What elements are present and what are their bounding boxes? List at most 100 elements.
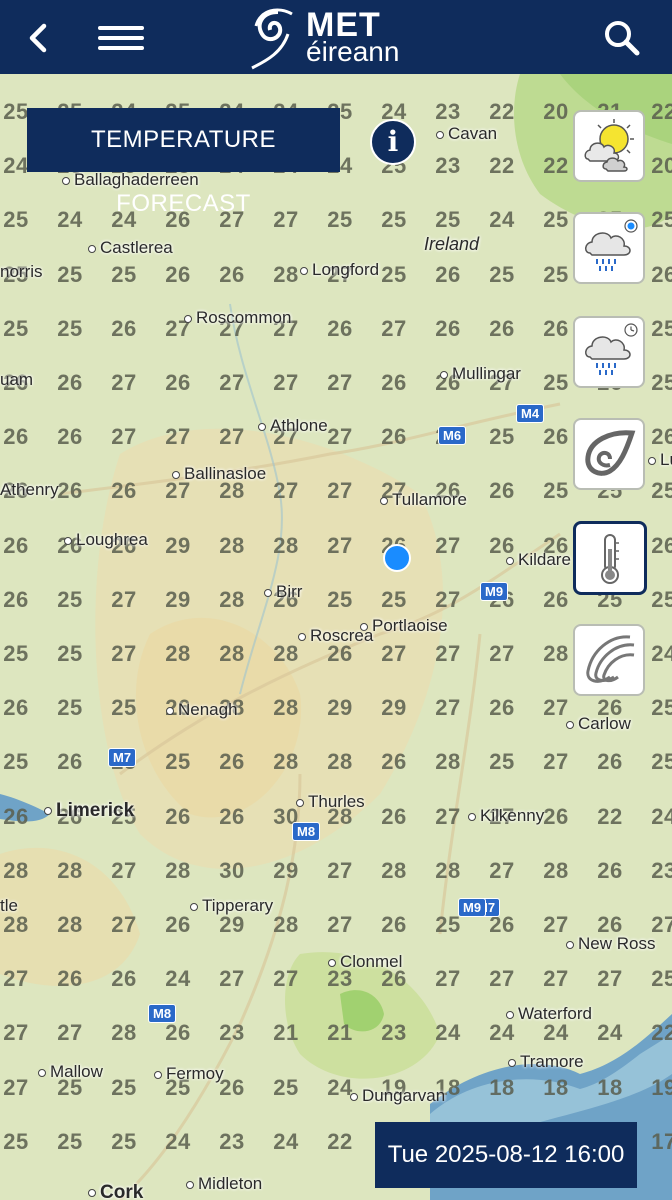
place-label: Limerick <box>44 800 134 822</box>
temperature-value: 28 <box>543 857 569 883</box>
layer-rainfall-radar-button[interactable] <box>573 212 645 284</box>
temperature-value: 24 <box>651 641 672 666</box>
temperature-map[interactable]: 25 25 24 25 24 24 25 24 23 22 20 21 22 24 25 25 25 24 24 24… <box>0 74 672 1200</box>
temperature-value: 28 <box>435 749 461 775</box>
place-label: Longford <box>300 260 379 280</box>
met-eireann-logo: MET éireann <box>248 4 428 70</box>
temperature-value: 28 <box>381 857 407 883</box>
place-label: Roscommon <box>184 308 291 328</box>
temperature-value: 25 <box>651 370 672 395</box>
hamburger-icon-bar <box>98 36 144 40</box>
place-label: New Ross <box>566 934 655 954</box>
temperature-value: 25 <box>57 695 83 721</box>
temperature-value: 27 <box>543 695 569 721</box>
temperature-value: 27 <box>543 912 569 937</box>
temperature-value: 27 <box>381 315 407 341</box>
temperature-value: 28 <box>273 912 299 937</box>
back-button[interactable] <box>18 18 58 58</box>
place-name: Tipperary <box>202 896 274 915</box>
layer-temperature-button[interactable] <box>573 521 647 595</box>
temperature-value: 24 <box>165 966 191 992</box>
temperature-value: 27 <box>381 641 407 666</box>
current-location-marker[interactable] <box>383 544 411 572</box>
layer-wind-button[interactable] <box>573 418 645 490</box>
temperature-value: 28 <box>273 749 299 775</box>
place-label: Midleton <box>186 1174 262 1194</box>
temperature-value: 24 <box>489 1020 515 1046</box>
layer-weather-button[interactable] <box>573 110 645 182</box>
town-dot <box>508 1058 516 1067</box>
search-icon <box>605 21 640 56</box>
temperature-value: 26 <box>3 424 29 450</box>
place-label: Ballinasloe <box>172 464 266 484</box>
temperature-value: 25 <box>57 641 83 666</box>
temperature-value: 26 <box>3 532 29 558</box>
temperature-value: 18 <box>543 1074 569 1100</box>
place-name: Tullamore <box>392 490 467 509</box>
place-name: Castlerea <box>100 238 173 257</box>
temperature-value: 27 <box>111 370 137 395</box>
temperature-value: 25 <box>543 478 569 504</box>
temperature-value: 24 <box>597 1020 623 1046</box>
temperature-value: 27 <box>597 966 623 992</box>
temperature-value: 28 <box>57 912 83 937</box>
town-dot <box>436 130 444 139</box>
temperature-value: 25 <box>381 207 407 233</box>
temperature-value: 27 <box>111 424 137 450</box>
place-label: Birr <box>264 582 302 602</box>
town-dot <box>440 370 448 379</box>
temperature-value: 22 <box>489 153 515 179</box>
place-label: Cork <box>88 1182 143 1200</box>
temperature-value: 26 <box>165 912 191 937</box>
road-shield: M8 <box>148 1004 177 1023</box>
temperature-value: 26 <box>111 966 137 992</box>
temperature-value: 27 <box>111 857 137 883</box>
temperature-value: 25 <box>165 749 191 775</box>
town-dot <box>648 456 656 465</box>
place-label: Mallow <box>38 1062 103 1082</box>
temperature-value: 24 <box>273 1128 299 1154</box>
temperature-value: 26 <box>219 803 245 829</box>
sun-cloud-icon <box>584 119 634 172</box>
search-button[interactable] <box>600 16 644 60</box>
road-shield: M6 <box>438 426 467 445</box>
temperature-value: 22 <box>651 99 672 124</box>
temperature-value: 26 <box>489 315 515 341</box>
place-name: Nenagh <box>178 700 238 719</box>
place-name: Clonmel <box>340 952 403 971</box>
road-shield: M9 <box>458 898 487 917</box>
temperature-value: 26 <box>165 370 191 395</box>
temperature-value: 29 <box>165 586 191 612</box>
place-label: Clonmel <box>328 952 402 972</box>
temperature-value: 25 <box>489 261 515 287</box>
temperature-value: 27 <box>111 641 137 666</box>
place-name: uam <box>0 370 34 389</box>
info-button[interactable]: i <box>370 119 416 165</box>
place-name: Fermoy <box>166 1064 224 1083</box>
place-label: Ireland <box>424 234 479 255</box>
town-dot <box>300 266 308 275</box>
place-name: Lu <box>660 450 672 469</box>
menu-button[interactable] <box>98 20 144 56</box>
temperature-value: 28 <box>327 749 353 775</box>
temperature-value: 25 <box>381 586 407 612</box>
place-label: Lu <box>648 450 672 470</box>
temperature-value: 27 <box>435 966 461 992</box>
temperature-value: 27 <box>3 1074 29 1100</box>
town-dot <box>88 244 96 253</box>
place-label: Loughrea <box>64 530 148 550</box>
temperature-value: 25 <box>543 370 569 395</box>
layer-rainfall-forecast-button[interactable] <box>573 316 645 388</box>
temperature-value: 19 <box>651 1074 672 1100</box>
temperature-value: 25 <box>3 641 29 666</box>
temperature-value: 23 <box>435 153 461 179</box>
place-label: uam <box>0 370 33 390</box>
layer-pressure-button[interactable] <box>573 624 645 696</box>
temperature-value: 26 <box>3 586 29 612</box>
temperature-value: 22 <box>597 803 623 829</box>
town-dot <box>350 1092 358 1101</box>
place-label: Waterford <box>506 1004 592 1024</box>
temperature-value: 27 <box>489 641 515 666</box>
temperature-value: 24 <box>543 1020 569 1046</box>
town-dot <box>468 812 476 821</box>
